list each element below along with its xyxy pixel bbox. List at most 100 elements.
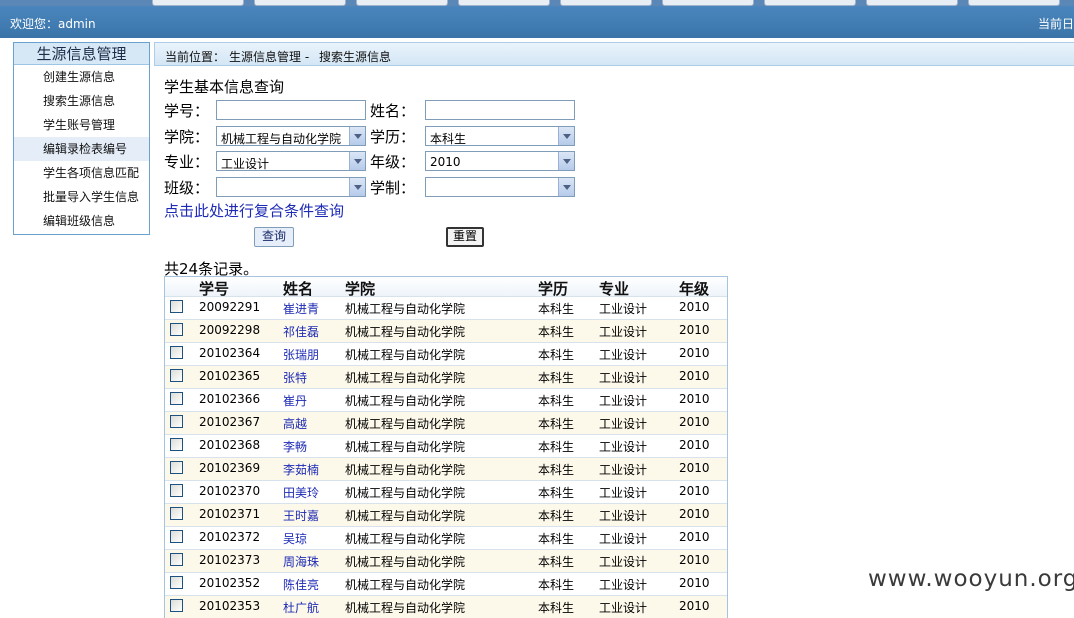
sidebar-item-create[interactable]: 创建生源信息 [14, 65, 149, 89]
reset-button[interactable]: 重置 [446, 227, 484, 247]
cell-name[interactable]: 崔进青 [283, 300, 319, 317]
cell-major: 工业设计 [599, 578, 648, 592]
cell-id: 20102364 [199, 346, 261, 360]
system-label: 学制： [370, 179, 416, 197]
cell-degree: 本科生 [538, 394, 575, 408]
table-row: 20102372 吴琼 机械工程与自动化学院 本科生 工业设计 2010 [165, 526, 727, 549]
cell-degree: 本科生 [538, 601, 575, 615]
breadcrumb-prefix: 当前位置： [165, 50, 226, 64]
cell-major: 工业设计 [599, 532, 648, 546]
college-select-value: 机械工程与自动化学院 [221, 132, 342, 146]
degree-select[interactable]: 本科生 [425, 126, 575, 146]
cell-degree: 本科生 [538, 302, 575, 316]
cell-name[interactable]: 张特 [283, 369, 307, 386]
current-date-label: 当前日 [1037, 17, 1074, 31]
row-checkbox[interactable] [170, 553, 183, 566]
cell-college: 机械工程与自动化学院 [345, 463, 466, 477]
cell-id: 20102370 [199, 484, 261, 498]
cell-major: 工业设计 [599, 509, 648, 523]
row-checkbox[interactable] [170, 507, 183, 520]
cell-grade: 2010 [679, 438, 710, 452]
row-checkbox[interactable] [170, 599, 183, 612]
results-table: 学号 姓名 学院 学历 专业 年级 20092291 崔进青 机械工程与自动化学院本… [164, 276, 728, 618]
student-id-input[interactable] [216, 100, 366, 120]
grade-select[interactable]: 2010 [425, 151, 575, 171]
table-row: 20102367 高越 机械工程与自动化学院 本科生 工业设计 2010 [165, 411, 727, 434]
cell-college: 机械工程与自动化学院 [345, 578, 466, 592]
cell-name[interactable]: 杜广航 [283, 599, 319, 616]
row-checkbox[interactable] [170, 484, 183, 497]
row-checkbox[interactable] [170, 438, 183, 451]
breadcrumb: 当前位置： 生源信息管理 - 搜索生源信息 [154, 42, 1074, 66]
chevron-down-icon[interactable] [558, 152, 574, 170]
system-select[interactable] [425, 177, 575, 197]
class-select[interactable] [216, 177, 366, 197]
cell-name[interactable]: 李茹楠 [283, 461, 319, 478]
cell-college: 机械工程与自动化学院 [345, 440, 466, 454]
major-select[interactable]: 工业设计 [216, 151, 366, 171]
cell-college: 机械工程与自动化学院 [345, 394, 466, 408]
cell-college: 机械工程与自动化学院 [345, 302, 466, 316]
row-checkbox[interactable] [170, 346, 183, 359]
cell-name[interactable]: 崔丹 [283, 392, 307, 409]
table-row: 20102368 李畅 机械工程与自动化学院 本科生 工业设计 2010 [165, 434, 727, 457]
sidebar-item-info-match[interactable]: 学生各项信息匹配 [14, 161, 149, 185]
cell-id: 20102367 [199, 415, 261, 429]
chevron-down-icon[interactable] [558, 178, 574, 196]
cell-college: 机械工程与自动化学院 [345, 486, 466, 500]
cell-degree: 本科生 [538, 325, 575, 339]
sidebar-item-batch-import[interactable]: 批量导入学生信息 [14, 185, 149, 209]
table-row: 20102364 张瑞朋 机械工程与自动化学院 本科生 工业设计 2010 [165, 342, 727, 365]
cell-id: 20102366 [199, 392, 261, 406]
breadcrumb-section: 生源信息管理 - [229, 50, 310, 64]
cell-name[interactable]: 陈佳亮 [283, 576, 319, 593]
sidebar-item-checklist-number[interactable]: 编辑录检表编号 [14, 137, 149, 161]
cell-id: 20102373 [199, 553, 261, 567]
row-checkbox[interactable] [170, 415, 183, 428]
row-checkbox[interactable] [170, 530, 183, 543]
name-input[interactable] [425, 100, 575, 120]
sidebar-item-class-edit[interactable]: 编辑班级信息 [14, 209, 149, 233]
cell-id: 20102353 [199, 599, 261, 613]
cell-degree: 本科生 [538, 417, 575, 431]
cell-name[interactable]: 高越 [283, 415, 307, 432]
query-button[interactable]: 查询 [254, 227, 294, 247]
table-row: 20092298 祁佳磊 机械工程与自动化学院 本科生 工业设计 2010 [165, 319, 727, 342]
sidebar-item-search[interactable]: 搜索生源信息 [14, 89, 149, 113]
cell-name[interactable]: 周海珠 [283, 553, 319, 570]
cell-name[interactable]: 祁佳磊 [283, 323, 319, 340]
cell-name[interactable]: 张瑞朋 [283, 346, 319, 363]
cell-grade: 2010 [679, 415, 710, 429]
chevron-down-icon[interactable] [349, 152, 365, 170]
row-checkbox[interactable] [170, 392, 183, 405]
cell-grade: 2010 [679, 323, 710, 337]
cell-name[interactable]: 王时嘉 [283, 507, 319, 524]
row-checkbox[interactable] [170, 576, 183, 589]
cell-college: 机械工程与自动化学院 [345, 417, 466, 431]
row-checkbox[interactable] [170, 323, 183, 336]
degree-select-value: 本科生 [430, 132, 467, 146]
table-row: 20102352 陈佳亮 机械工程与自动化学院 本科生 工业设计 2010 [165, 572, 727, 595]
name-label: 姓名： [370, 102, 416, 120]
cell-id: 20092298 [199, 323, 261, 337]
cell-college: 机械工程与自动化学院 [345, 371, 466, 385]
cell-name[interactable]: 田美玲 [283, 484, 319, 501]
cell-major: 工业设计 [599, 302, 648, 316]
cell-name[interactable]: 吴琼 [283, 530, 307, 547]
row-checkbox[interactable] [170, 300, 183, 313]
welcome-text: 欢迎您：admin [10, 17, 96, 31]
chevron-down-icon[interactable] [349, 127, 365, 145]
cell-major: 工业设计 [599, 394, 648, 408]
advanced-search-link[interactable]: 点击此处进行复合条件查询 [164, 200, 344, 221]
chevron-down-icon[interactable] [349, 178, 365, 196]
sidebar-item-accounts[interactable]: 学生账号管理 [14, 113, 149, 137]
chevron-down-icon[interactable] [558, 127, 574, 145]
student-id-label: 学号： [164, 102, 210, 120]
cell-name[interactable]: 李畅 [283, 438, 307, 455]
college-select[interactable]: 机械工程与自动化学院 [216, 126, 366, 146]
row-checkbox[interactable] [170, 461, 183, 474]
cell-college: 机械工程与自动化学院 [345, 601, 466, 615]
cell-major: 工业设计 [599, 440, 648, 454]
row-checkbox[interactable] [170, 369, 183, 382]
cell-major: 工业设计 [599, 463, 648, 477]
